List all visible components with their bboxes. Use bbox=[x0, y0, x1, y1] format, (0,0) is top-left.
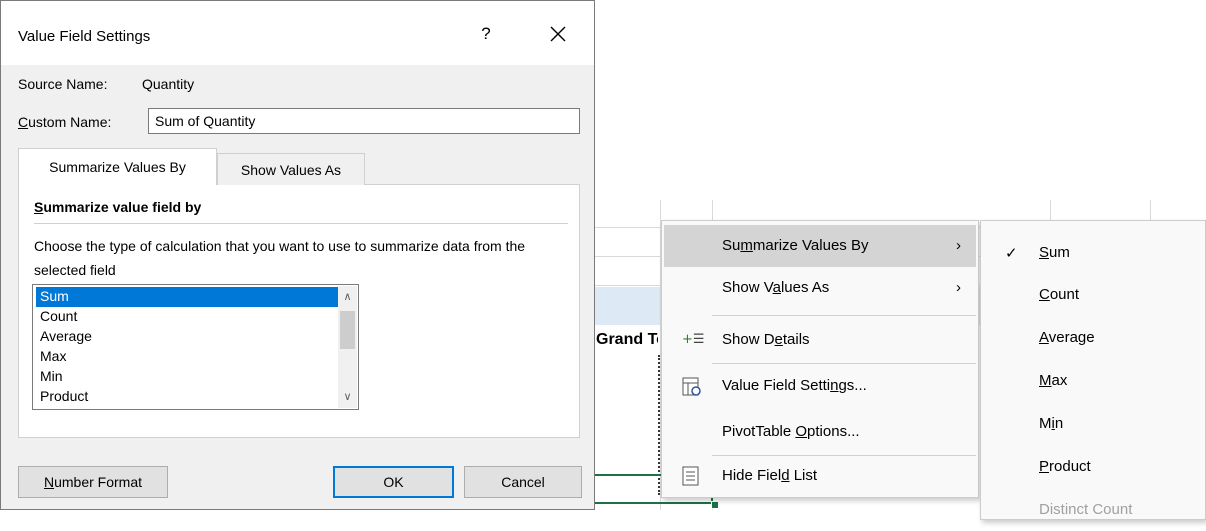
source-name-value: Quantity bbox=[142, 76, 195, 92]
custom-name-input[interactable]: Sum of Quantity bbox=[148, 108, 580, 134]
custom-name-label: Custom Name: bbox=[18, 114, 112, 130]
menu-item-summarize-values-by[interactable]: Summarize Values By › bbox=[664, 225, 976, 267]
ok-button[interactable]: OK bbox=[333, 466, 454, 498]
tab-show-values-as[interactable]: Show Values As bbox=[217, 153, 365, 185]
submenu-item-distinct-count: Distinct Count bbox=[983, 489, 1205, 531]
menu-item-label: Hide Field List bbox=[722, 467, 818, 484]
menu-item-show-values-as[interactable]: Show Values As › bbox=[664, 267, 976, 309]
menu-item-label: Summarize Values By bbox=[722, 237, 869, 254]
list-item[interactable]: Max bbox=[36, 347, 338, 367]
menu-item-value-field-settings[interactable]: Value Field Settings... bbox=[664, 365, 976, 407]
scroll-thumb[interactable] bbox=[340, 311, 355, 349]
submenu-item-min[interactable]: Min bbox=[983, 403, 1205, 445]
list-item[interactable]: Min bbox=[36, 367, 338, 387]
source-name-label: Source Name: bbox=[18, 76, 108, 92]
list-item[interactable]: Average bbox=[36, 327, 338, 347]
show-details-icon: +☰ bbox=[682, 332, 705, 347]
help-button[interactable]: ? bbox=[471, 19, 501, 49]
menu-item-label: Min bbox=[1039, 415, 1064, 432]
list-item[interactable]: Product bbox=[36, 387, 338, 407]
chevron-right-icon: › bbox=[956, 279, 961, 296]
scroll-up-icon[interactable]: ∧ bbox=[338, 288, 357, 306]
menu-item-hide-field-list[interactable]: Hide Field List bbox=[664, 455, 976, 497]
menu-item-label: Distinct Count bbox=[1039, 501, 1133, 518]
list-item[interactable]: Count bbox=[36, 307, 338, 327]
dialog-titlebar: Value Field Settings ? bbox=[1, 1, 594, 65]
value-field-settings-icon bbox=[682, 377, 701, 396]
calculation-description: Choose the type of calculation that you … bbox=[34, 238, 526, 278]
list-scrollbar[interactable]: ∧ ∨ bbox=[338, 286, 357, 408]
close-button[interactable] bbox=[538, 17, 578, 51]
number-format-button[interactable]: Number Format bbox=[18, 466, 168, 498]
close-icon bbox=[550, 26, 566, 42]
section-title: Summarize value field by bbox=[34, 199, 202, 215]
menu-item-show-details[interactable]: +☰ Show Details bbox=[664, 319, 976, 361]
menu-separator bbox=[712, 315, 976, 316]
submenu-item-sum[interactable]: ✓ Sum bbox=[983, 232, 1205, 274]
summarize-values-submenu: ✓ Sum Count Average Max Min Product Dist… bbox=[980, 220, 1206, 520]
menu-separator bbox=[712, 363, 976, 364]
menu-item-label: PivotTable Options... bbox=[722, 423, 860, 440]
chevron-right-icon: › bbox=[956, 237, 961, 254]
menu-item-label: Product bbox=[1039, 458, 1091, 475]
context-menu: Summarize Values By › Show Values As › +… bbox=[661, 220, 979, 498]
calculation-listbox[interactable]: Sum Count Average Max Min Product ∧ ∨ bbox=[32, 284, 359, 410]
grand-total-header-cell[interactable]: Grand Total bbox=[596, 327, 658, 353]
scroll-down-icon[interactable]: ∨ bbox=[338, 388, 357, 406]
fill-handle[interactable] bbox=[711, 501, 719, 509]
hide-field-list-icon bbox=[682, 466, 699, 486]
menu-item-pivottable-options[interactable]: PivotTable Options... bbox=[664, 411, 976, 453]
cancel-button[interactable]: Cancel bbox=[464, 466, 582, 498]
submenu-item-max[interactable]: Max bbox=[983, 360, 1205, 402]
menu-item-label: Show Details bbox=[722, 331, 810, 348]
submenu-item-count[interactable]: Count bbox=[983, 274, 1205, 316]
value-field-settings-dialog: Value Field Settings ? Source Name: Quan… bbox=[0, 0, 595, 510]
dialog-title: Value Field Settings bbox=[18, 28, 151, 45]
submenu-item-product[interactable]: Product bbox=[983, 446, 1205, 488]
menu-item-label: Show Values As bbox=[722, 279, 830, 296]
menu-item-label: Value Field Settings... bbox=[722, 377, 867, 394]
section-divider bbox=[34, 223, 568, 224]
menu-item-label: Max bbox=[1039, 372, 1068, 389]
submenu-item-average[interactable]: Average bbox=[983, 317, 1205, 359]
menu-item-label: Count bbox=[1039, 286, 1080, 303]
tab-summarize-values-by[interactable]: Summarize Values By bbox=[18, 148, 217, 185]
menu-item-label: Average bbox=[1039, 329, 1095, 346]
menu-item-label: Sum bbox=[1039, 244, 1070, 261]
list-item[interactable]: Sum bbox=[36, 287, 338, 307]
checkmark-icon: ✓ bbox=[1005, 244, 1018, 262]
